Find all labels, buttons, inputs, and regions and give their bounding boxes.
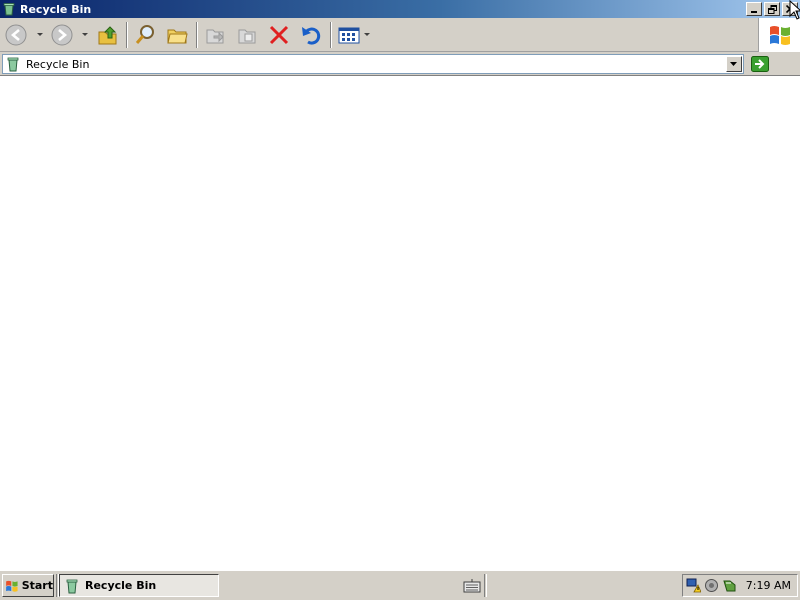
- up-button[interactable]: [96, 23, 120, 47]
- start-button[interactable]: Start: [2, 574, 54, 597]
- windows-brand: [758, 18, 800, 52]
- folder-up-icon: [98, 26, 117, 45]
- forward-arrow-icon: [51, 24, 73, 46]
- windows-logo-icon: [769, 26, 790, 45]
- forward-dropdown-icon[interactable]: [82, 33, 88, 36]
- address-field[interactable]: Recycle Bin: [2, 54, 744, 74]
- title-bar[interactable]: Recycle Bin: [0, 0, 800, 18]
- start-label: Start: [21, 579, 53, 592]
- chevron-down-icon: [730, 61, 737, 66]
- search-icon: [135, 25, 154, 44]
- volume-icon[interactable]: [704, 578, 719, 593]
- keyboard-icon: [463, 579, 481, 593]
- forward-button[interactable]: [50, 23, 74, 47]
- back-arrow-icon: [5, 24, 27, 46]
- folders-icon: [167, 29, 188, 44]
- address-bar: Recycle Bin: [0, 52, 800, 76]
- taskbar-item-label: Recycle Bin: [85, 579, 157, 592]
- views-dropdown-icon[interactable]: [364, 33, 370, 36]
- recycle-bin-icon: [5, 56, 21, 72]
- minimize-icon: [751, 11, 757, 13]
- clock[interactable]: 7:19 AM: [746, 579, 791, 592]
- taskbar-item-recycle-bin[interactable]: Recycle Bin: [59, 574, 219, 597]
- system-tray: 7:19 AM: [682, 574, 798, 597]
- views-button[interactable]: [337, 23, 361, 47]
- back-dropdown-icon[interactable]: [37, 33, 43, 36]
- move-to-icon: [206, 29, 224, 44]
- undo-icon: [302, 27, 321, 45]
- delete-button[interactable]: [267, 23, 291, 47]
- recycle-bin-icon: [2, 2, 16, 16]
- address-dropdown-button[interactable]: [726, 56, 742, 72]
- security-icon[interactable]: [722, 578, 737, 593]
- mouse-cursor-icon: [789, 0, 800, 20]
- address-value: Recycle Bin: [26, 57, 90, 71]
- folder-content-area[interactable]: [0, 77, 800, 570]
- windows-logo-icon: [6, 580, 18, 592]
- restore-icon: [767, 4, 777, 14]
- keyboard-language-button[interactable]: [463, 578, 481, 594]
- views-icon: [338, 27, 360, 44]
- copy-to-button[interactable]: [235, 23, 259, 47]
- network-warning-icon[interactable]: [686, 578, 701, 593]
- window-title: Recycle Bin: [20, 2, 92, 16]
- search-button[interactable]: [133, 23, 157, 47]
- go-arrow-icon: [751, 56, 769, 72]
- standard-toolbar: [0, 18, 800, 52]
- restore-button[interactable]: [764, 2, 780, 16]
- copy-to-icon: [238, 29, 256, 44]
- taskbar: Start Recycle Bin 7:19 AM: [0, 570, 800, 600]
- move-to-button[interactable]: [203, 23, 227, 47]
- back-button[interactable]: [4, 23, 28, 47]
- go-button[interactable]: [750, 55, 770, 73]
- delete-icon: [269, 25, 289, 45]
- undo-button[interactable]: [299, 23, 323, 47]
- minimize-button[interactable]: [746, 2, 762, 16]
- folders-button[interactable]: [165, 23, 189, 47]
- recycle-bin-icon: [66, 579, 78, 593]
